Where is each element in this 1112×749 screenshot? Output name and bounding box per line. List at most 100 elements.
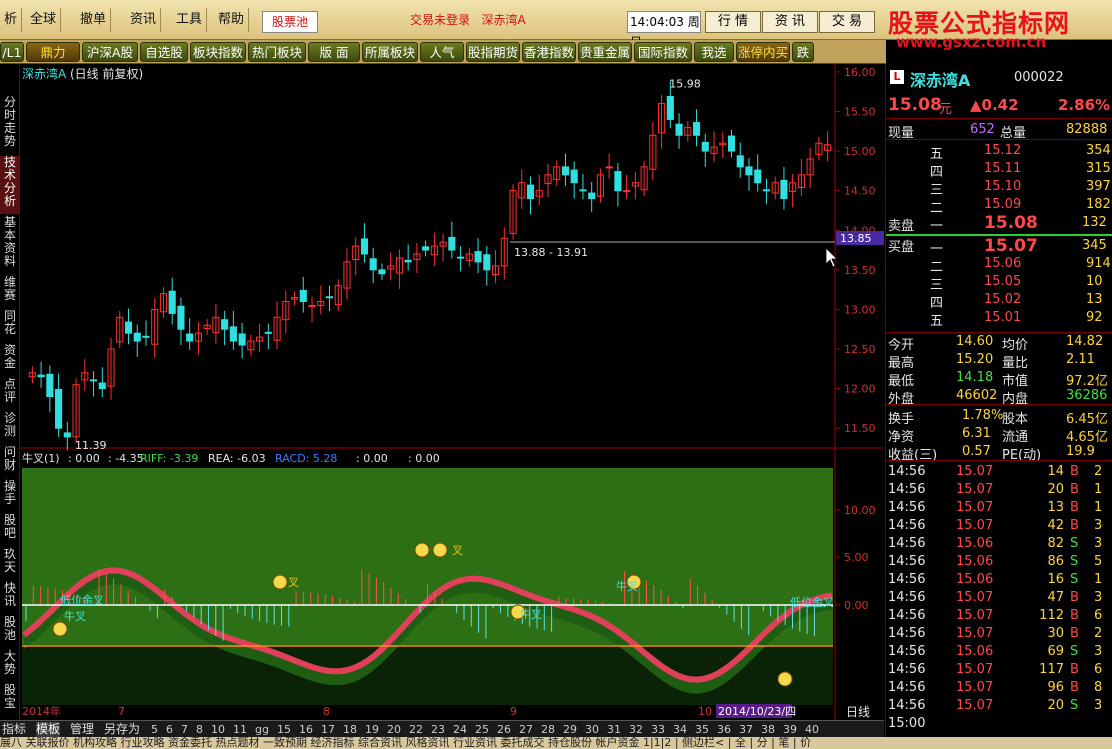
candle-body: [623, 190, 631, 193]
template-number[interactable]: 35: [695, 722, 709, 737]
category-2[interactable]: 沪深A股: [82, 42, 138, 62]
template-number[interactable]: 31: [607, 722, 621, 737]
left-tab-8[interactable]: 问财: [0, 446, 20, 478]
menu-cancel-order[interactable]: 撤单: [76, 8, 112, 32]
category-5[interactable]: 热门板块: [248, 42, 306, 62]
bottom-tab-0[interactable]: 指标: [2, 722, 26, 737]
template-number[interactable]: 7: [181, 722, 188, 737]
bid-volume: 10: [1086, 274, 1103, 289]
market-button[interactable]: 行 情: [705, 11, 761, 33]
indicator-name: 牛叉(1): [22, 451, 60, 465]
bid-level-label: 三: [930, 278, 944, 293]
menu-news[interactable]: 资讯: [126, 8, 162, 32]
bid-level-label: 五: [930, 314, 944, 329]
template-number[interactable]: 17: [321, 722, 335, 737]
news-button[interactable]: 资 讯: [762, 11, 818, 33]
tick-time: 14:56: [888, 644, 926, 659]
template-number[interactable]: 40: [805, 722, 819, 737]
menu-help[interactable]: 帮助: [214, 8, 250, 32]
left-tab-9[interactable]: 操手: [0, 480, 20, 512]
template-number[interactable]: 23: [431, 722, 445, 737]
bottom-tab-3[interactable]: 另存为: [104, 722, 140, 737]
bid-level-label: 一: [930, 242, 944, 257]
category-4[interactable]: 板块指数: [190, 42, 246, 62]
left-tab-15[interactable]: 股宝: [0, 684, 20, 716]
stat-value: 14.18: [956, 370, 994, 385]
left-tab-14[interactable]: 大势: [0, 650, 20, 682]
template-number[interactable]: gg: [255, 722, 269, 737]
template-number[interactable]: 33: [651, 722, 665, 737]
category-11[interactable]: 贵重金属: [578, 42, 632, 62]
menu-tools[interactable]: 工具: [172, 8, 208, 32]
menu-bar: 析 全球 撤单 资讯 工具 帮助 股票池 交易未登录 深赤湾A 14:04:03…: [0, 0, 1112, 51]
template-number[interactable]: 28: [541, 722, 555, 737]
bottom-tab-2[interactable]: 管理: [70, 722, 94, 737]
trade-button[interactable]: 交 易: [819, 11, 875, 33]
price-tag-value: 13.85: [840, 232, 872, 245]
category-0[interactable]: /L1: [0, 42, 24, 62]
left-tab-4[interactable]: 同花: [0, 310, 20, 342]
template-number[interactable]: 11: [233, 722, 247, 737]
menu-analysis[interactable]: 析: [0, 8, 23, 32]
left-tab-11[interactable]: 玖天: [0, 548, 20, 580]
template-number[interactable]: 29: [563, 722, 577, 737]
template-number[interactable]: 32: [629, 722, 643, 737]
template-number[interactable]: 8: [196, 722, 203, 737]
chart-area[interactable]: 16.00 15.50 15.00 14.50 14.00 13.50 13.00 12.50…: [20, 64, 884, 720]
tab-stock-pool[interactable]: 股票池: [262, 11, 318, 33]
category-8[interactable]: 人气: [420, 42, 464, 62]
stock-code: 000022: [1014, 70, 1064, 85]
template-number[interactable]: 19: [365, 722, 379, 737]
chart-svg[interactable]: 16.0015.5015.0014.5014.0013.5013.0012.50…: [20, 64, 884, 720]
left-tab-2[interactable]: 基本资料: [0, 216, 20, 274]
left-tab-5[interactable]: 资金: [0, 344, 20, 376]
template-number[interactable]: 34: [673, 722, 687, 737]
template-number[interactable]: 26: [497, 722, 511, 737]
template-number[interactable]: 6: [166, 722, 173, 737]
template-number[interactable]: 38: [761, 722, 775, 737]
template-number[interactable]: 36: [717, 722, 731, 737]
left-tab-6[interactable]: 点评: [0, 378, 20, 410]
template-number[interactable]: 22: [409, 722, 423, 737]
left-tab-12[interactable]: 快讯: [0, 582, 20, 614]
tick-volume: 69: [1047, 644, 1064, 659]
ask-level-label: 三: [930, 183, 944, 198]
template-number[interactable]: 27: [519, 722, 533, 737]
left-tab-13[interactable]: 股池: [0, 616, 20, 648]
template-number[interactable]: 39: [783, 722, 797, 737]
left-tab-3[interactable]: 维赛: [0, 276, 20, 308]
category-14[interactable]: 涨停内买: [736, 42, 790, 62]
template-number[interactable]: 10: [211, 722, 225, 737]
category-13[interactable]: 我选: [694, 42, 734, 62]
left-tab-0[interactable]: 分时走势: [0, 96, 20, 154]
template-number[interactable]: 18: [343, 722, 357, 737]
template-number[interactable]: 30: [585, 722, 599, 737]
left-tab-10[interactable]: 股吧: [0, 514, 20, 546]
category-6[interactable]: 版 面: [308, 42, 360, 62]
category-12[interactable]: 国际指数: [634, 42, 692, 62]
category-9[interactable]: 股指期货: [466, 42, 520, 62]
template-number[interactable]: 25: [475, 722, 489, 737]
candle-body: [457, 256, 465, 259]
candle-body: [745, 166, 753, 176]
tick-volume: 82: [1047, 536, 1064, 551]
category-3[interactable]: 自选股: [140, 42, 188, 62]
template-number[interactable]: 37: [739, 722, 753, 737]
template-number[interactable]: 5: [151, 722, 158, 737]
stat-value: 15.20: [956, 352, 994, 367]
candle-body: [754, 169, 762, 184]
x-label: 2014年: [22, 704, 61, 718]
template-number[interactable]: 16: [299, 722, 313, 737]
category-7[interactable]: 所属板块: [362, 42, 418, 62]
left-tab-7[interactable]: 诊测: [0, 412, 20, 444]
template-number[interactable]: 15: [277, 722, 291, 737]
category-15[interactable]: 跌停: [792, 42, 814, 80]
menu-global[interactable]: 全球: [26, 8, 62, 32]
bottom-tab-1[interactable]: 模板: [36, 722, 61, 737]
category-1[interactable]: 鼎力: [26, 42, 80, 62]
template-number[interactable]: 24: [453, 722, 467, 737]
category-10[interactable]: 香港指数: [522, 42, 576, 62]
ask-price: 15.12: [984, 143, 1022, 158]
left-tab-1[interactable]: 技术分析: [0, 156, 20, 214]
template-number[interactable]: 20: [387, 722, 401, 737]
